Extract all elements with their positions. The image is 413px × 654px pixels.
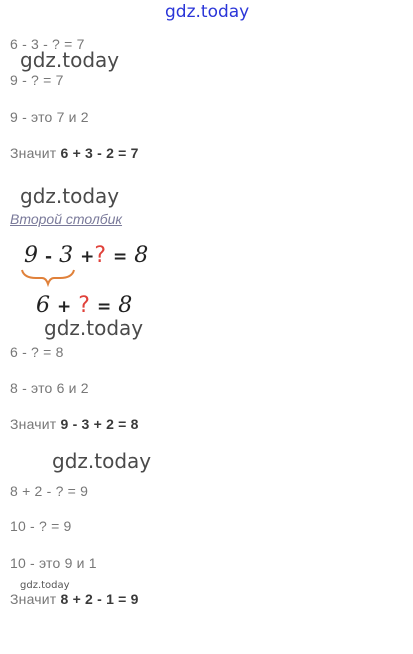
- result-expression: 6 + 3 - 2 = 7: [60, 145, 139, 161]
- question-mark: ?: [78, 293, 90, 318]
- watermark: gdz.today: [44, 316, 144, 340]
- result-expression: 8 + 2 - 1 = 9: [60, 591, 139, 607]
- result-line: Значит 8 + 2 - 1 = 9: [10, 591, 139, 607]
- result-prefix: Значит: [10, 145, 57, 161]
- equation-line: 10 - это 9 и 1: [10, 555, 97, 571]
- equation-line: 10 - ? = 9: [10, 518, 72, 534]
- watermark: gdz.today: [20, 184, 120, 208]
- equation-line: 8 - это 6 и 2: [10, 380, 89, 396]
- result-line: Значит 6 + 3 - 2 = 7: [10, 145, 139, 161]
- equation-line: 6 - ? = 8: [10, 344, 64, 360]
- watermark: gdz.today: [52, 449, 152, 473]
- result-prefix: Значит: [10, 591, 57, 607]
- result-expression: 9 - 3 + 2 = 8: [60, 416, 139, 432]
- brace-icon: [21, 269, 75, 288]
- equation-line: 9 - ? = 7: [10, 72, 64, 88]
- watermark-small: gdz.today: [20, 580, 70, 591]
- result-prefix: Значит: [10, 416, 57, 432]
- equation-line: 8 + 2 - ? = 9: [10, 483, 89, 499]
- section-title: Второй столбик: [10, 211, 123, 227]
- math-equation-1: 9 - 3 +? = 8: [24, 243, 149, 268]
- question-mark: ?: [94, 243, 106, 268]
- equation-line: 9 - это 7 и 2: [10, 109, 89, 125]
- watermark: gdz.today: [20, 48, 120, 72]
- math-equation-2: 6 + ? = 8: [36, 293, 133, 318]
- watermark-top: gdz.today: [165, 2, 250, 22]
- result-line: Значит 9 - 3 + 2 = 8: [10, 416, 139, 432]
